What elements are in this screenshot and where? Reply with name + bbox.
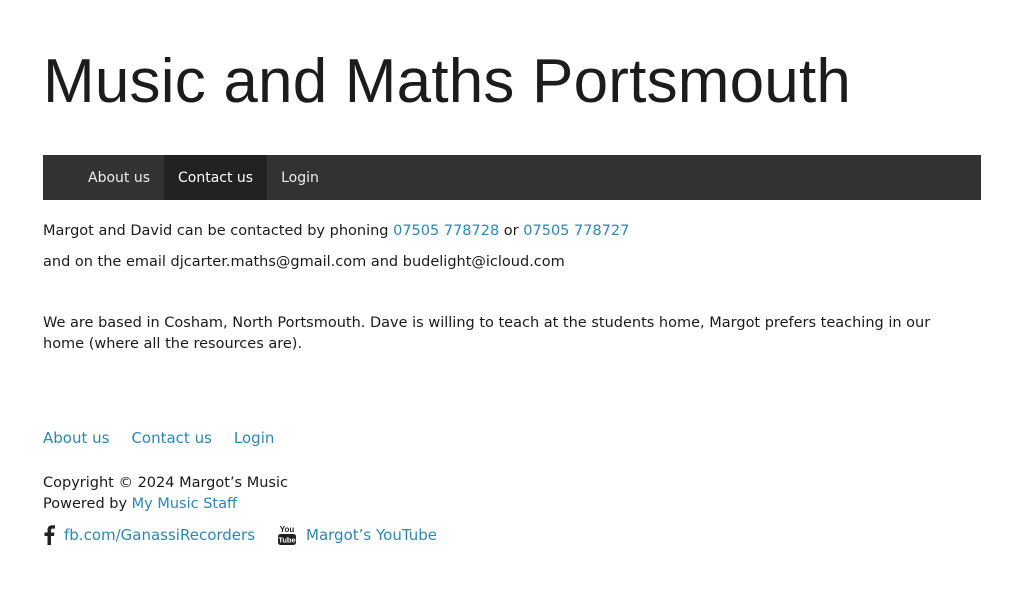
youtube-icon-tube: Tube bbox=[278, 536, 295, 545]
page: Music and Maths Portsmouth About us Cont… bbox=[0, 0, 1024, 601]
powered-by-prefix: Powered by bbox=[43, 496, 132, 512]
location-paragraph: We are based in Cosham, North Portsmouth… bbox=[43, 315, 931, 352]
youtube-icon: You Tube bbox=[278, 525, 297, 545]
my-music-staff-link[interactable]: My Music Staff bbox=[132, 496, 237, 512]
nav-item-login[interactable]: Login bbox=[267, 155, 333, 200]
nav-item-contact-us[interactable]: Contact us bbox=[164, 155, 268, 200]
youtube-link[interactable]: You Tube Margot’s YouTube bbox=[255, 524, 437, 546]
phone-link-2[interactable]: 07505 778727 bbox=[523, 223, 629, 239]
main-nav: About us Contact us Login bbox=[43, 155, 981, 200]
phone-link-1[interactable]: 07505 778728 bbox=[393, 223, 499, 239]
powered-by-line: Powered by My Music Staff bbox=[43, 494, 288, 515]
facebook-icon bbox=[44, 525, 55, 545]
youtube-icon-you: You bbox=[280, 525, 295, 534]
footer-nav: About us Contact us Login bbox=[43, 429, 274, 447]
footer-link-contact-us[interactable]: Contact us bbox=[131, 429, 211, 447]
site-title: Music and Maths Portsmouth bbox=[43, 47, 852, 116]
footer-link-login[interactable]: Login bbox=[234, 429, 274, 447]
contact-email-line: and on the email djcarter.maths@gmail.co… bbox=[43, 254, 565, 270]
nav-item-about-us[interactable]: About us bbox=[74, 155, 164, 200]
copyright-text: Copyright © 2024 Margot’s Music bbox=[43, 475, 288, 491]
copyright-block: Copyright © 2024 Margot’s Music Powered … bbox=[43, 473, 288, 515]
contact-phone-or: or bbox=[499, 223, 524, 239]
youtube-link-label[interactable]: Margot’s YouTube bbox=[306, 526, 437, 544]
contact-phone-prefix: Margot and David can be contacted by pho… bbox=[43, 223, 394, 239]
facebook-link-label[interactable]: fb.com/GanassiRecorders bbox=[64, 526, 255, 544]
contact-phone-line: Margot and David can be contacted by pho… bbox=[43, 221, 629, 242]
facebook-link[interactable]: fb.com/GanassiRecorders bbox=[43, 525, 255, 545]
social-links: fb.com/GanassiRecorders You Tube Margot’… bbox=[43, 524, 437, 546]
footer-link-about-us[interactable]: About us bbox=[43, 429, 109, 447]
